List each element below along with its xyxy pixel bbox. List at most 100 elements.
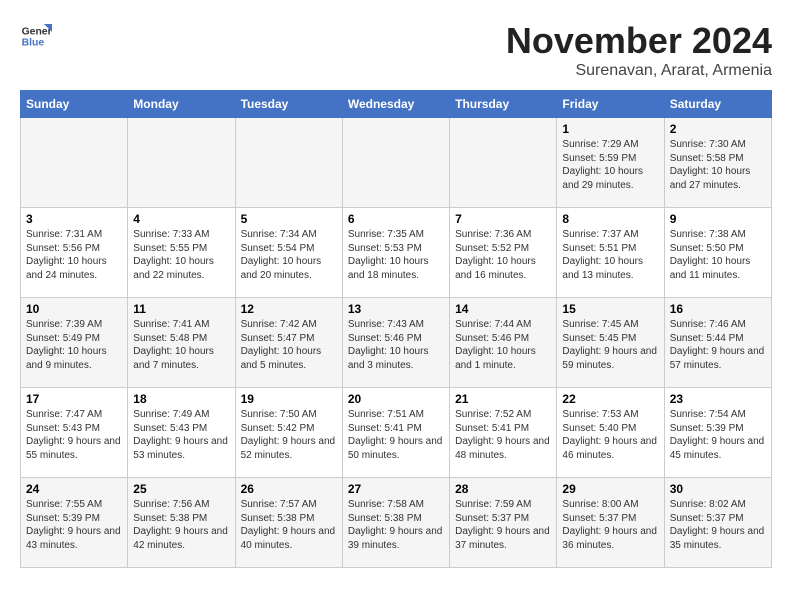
table-row [235,118,342,208]
day-number: 16 [670,302,766,316]
calendar-week-row: 3Sunrise: 7:31 AM Sunset: 5:56 PM Daylig… [21,208,772,298]
day-number: 22 [562,392,658,406]
table-row: 13Sunrise: 7:43 AM Sunset: 5:46 PM Dayli… [342,298,449,388]
day-info: Sunrise: 7:45 AM Sunset: 5:45 PM Dayligh… [562,318,658,372]
day-info: Sunrise: 7:54 AM Sunset: 5:39 PM Dayligh… [670,408,766,462]
day-number: 9 [670,212,766,226]
table-row: 2 Sunrise: 7:30 AM Sunset: 5:58 PM Daylig… [664,118,771,208]
day-number: 17 [26,392,122,406]
day-number: 15 [562,302,658,316]
table-row: 7 Sunrise: 7:36 AM Sunset: 5:52 PM Daylig… [450,208,557,298]
day-info: Sunrise: 7:34 AM Sunset: 5:54 PM Dayligh… [241,228,337,282]
table-row: 25Sunrise: 7:56 AM Sunset: 5:38 PM Dayli… [128,478,235,568]
calendar-table: Sunday Monday Tuesday Wednesday Thursday… [20,90,772,568]
table-row: 29Sunrise: 8:00 AM Sunset: 5:37 PM Dayli… [557,478,664,568]
page-header: General Blue November 2024 Surenavan, Ar… [20,20,772,80]
day-info: Sunrise: 7:41 AM Sunset: 5:48 PM Dayligh… [133,318,229,372]
table-row: 27 Sunrise: 7:58 AM Sunset: 5:38 PM Dayli… [342,478,449,568]
table-row: 8 Sunrise: 7:37 AM Sunset: 5:51 PM Daylig… [557,208,664,298]
day-number: 28 [455,482,551,496]
table-row: 22 Sunrise: 7:53 AM Sunset: 5:40 PM Dayli… [557,388,664,478]
col-thursday: Thursday [450,91,557,118]
day-number: 20 [348,392,444,406]
calendar-header-row: Sunday Monday Tuesday Wednesday Thursday… [21,91,772,118]
day-number: 8 [562,212,658,226]
day-number: 27 [348,482,444,496]
col-sunday: Sunday [21,91,128,118]
col-wednesday: Wednesday [342,91,449,118]
day-number: 4 [133,212,229,226]
day-info: Sunrise: 7:46 AM Sunset: 5:44 PM Dayligh… [670,318,766,372]
day-info: Sunrise: 7:43 AM Sunset: 5:46 PM Dayligh… [348,318,444,372]
logo: General Blue [20,20,52,52]
day-number: 23 [670,392,766,406]
day-number: 19 [241,392,337,406]
day-number: 12 [241,302,337,316]
day-number: 18 [133,392,229,406]
day-number: 10 [26,302,122,316]
day-info: Sunrise: 7:31 AM Sunset: 5:56 PM Dayligh… [26,228,122,282]
day-info: Sunrise: 7:57 AM Sunset: 5:38 PM Dayligh… [241,498,337,552]
day-number: 14 [455,302,551,316]
col-friday: Friday [557,91,664,118]
day-info: Sunrise: 7:33 AM Sunset: 5:55 PM Dayligh… [133,228,229,282]
day-info: Sunrise: 7:51 AM Sunset: 5:41 PM Dayligh… [348,408,444,462]
day-number: 26 [241,482,337,496]
table-row: 19 Sunrise: 7:50 AM Sunset: 5:42 PM Dayli… [235,388,342,478]
table-row: 16 Sunrise: 7:46 AM Sunset: 5:44 PM Dayli… [664,298,771,388]
table-row: 20 Sunrise: 7:51 AM Sunset: 5:41 PM Dayli… [342,388,449,478]
table-row: 4 Sunrise: 7:33 AM Sunset: 5:55 PM Daylig… [128,208,235,298]
calendar-week-row: 24Sunrise: 7:55 AM Sunset: 5:39 PM Dayli… [21,478,772,568]
table-row [21,118,128,208]
day-info: Sunrise: 7:53 AM Sunset: 5:40 PM Dayligh… [562,408,658,462]
day-number: 21 [455,392,551,406]
table-row: 17Sunrise: 7:47 AM Sunset: 5:43 PM Dayli… [21,388,128,478]
table-row: 24Sunrise: 7:55 AM Sunset: 5:39 PM Dayli… [21,478,128,568]
day-info: Sunrise: 7:37 AM Sunset: 5:51 PM Dayligh… [562,228,658,282]
table-row: 1 Sunrise: 7:29 AM Sunset: 5:59 PM Daylig… [557,118,664,208]
table-row: 18 Sunrise: 7:49 AM Sunset: 5:43 PM Dayli… [128,388,235,478]
day-info: Sunrise: 7:29 AM Sunset: 5:59 PM Dayligh… [562,138,658,192]
table-row: 11 Sunrise: 7:41 AM Sunset: 5:48 PM Dayli… [128,298,235,388]
day-info: Sunrise: 7:38 AM Sunset: 5:50 PM Dayligh… [670,228,766,282]
day-number: 11 [133,302,229,316]
logo-icon: General Blue [20,20,52,52]
day-number: 7 [455,212,551,226]
table-row: 3Sunrise: 7:31 AM Sunset: 5:56 PM Daylig… [21,208,128,298]
day-info: Sunrise: 7:36 AM Sunset: 5:52 PM Dayligh… [455,228,551,282]
table-row: 30Sunrise: 8:02 AM Sunset: 5:37 PM Dayli… [664,478,771,568]
table-row: 6Sunrise: 7:35 AM Sunset: 5:53 PM Daylig… [342,208,449,298]
day-info: Sunrise: 7:42 AM Sunset: 5:47 PM Dayligh… [241,318,337,372]
table-row: 10 Sunrise: 7:39 AM Sunset: 5:49 PM Dayli… [21,298,128,388]
table-row: 9 Sunrise: 7:38 AM Sunset: 5:50 PM Daylig… [664,208,771,298]
calendar-week-row: 10 Sunrise: 7:39 AM Sunset: 5:49 PM Dayli… [21,298,772,388]
col-monday: Monday [128,91,235,118]
table-row: 21 Sunrise: 7:52 AM Sunset: 5:41 PM Dayli… [450,388,557,478]
svg-text:Blue: Blue [22,38,45,49]
table-row [128,118,235,208]
location-title: Surenavan, Ararat, Armenia [506,62,772,80]
day-info: Sunrise: 7:59 AM Sunset: 5:37 PM Dayligh… [455,498,551,552]
col-tuesday: Tuesday [235,91,342,118]
day-info: Sunrise: 7:30 AM Sunset: 5:58 PM Dayligh… [670,138,766,192]
day-info: Sunrise: 7:58 AM Sunset: 5:38 PM Dayligh… [348,498,444,552]
table-row: 12 Sunrise: 7:42 AM Sunset: 5:47 PM Dayli… [235,298,342,388]
col-saturday: Saturday [664,91,771,118]
day-number: 25 [133,482,229,496]
day-number: 1 [562,122,658,136]
day-info: Sunrise: 7:52 AM Sunset: 5:41 PM Dayligh… [455,408,551,462]
table-row: 28 Sunrise: 7:59 AM Sunset: 5:37 PM Dayli… [450,478,557,568]
day-info: Sunrise: 7:49 AM Sunset: 5:43 PM Dayligh… [133,408,229,462]
table-row: 23 Sunrise: 7:54 AM Sunset: 5:39 PM Dayli… [664,388,771,478]
day-number: 2 [670,122,766,136]
calendar-week-row: 17Sunrise: 7:47 AM Sunset: 5:43 PM Dayli… [21,388,772,478]
day-number: 6 [348,212,444,226]
day-info: Sunrise: 7:50 AM Sunset: 5:42 PM Dayligh… [241,408,337,462]
table-row: 14Sunrise: 7:44 AM Sunset: 5:46 PM Dayli… [450,298,557,388]
day-number: 24 [26,482,122,496]
table-row: 5Sunrise: 7:34 AM Sunset: 5:54 PM Daylig… [235,208,342,298]
day-number: 30 [670,482,766,496]
table-row [342,118,449,208]
day-info: Sunrise: 7:39 AM Sunset: 5:49 PM Dayligh… [26,318,122,372]
svg-text:General: General [22,26,52,37]
